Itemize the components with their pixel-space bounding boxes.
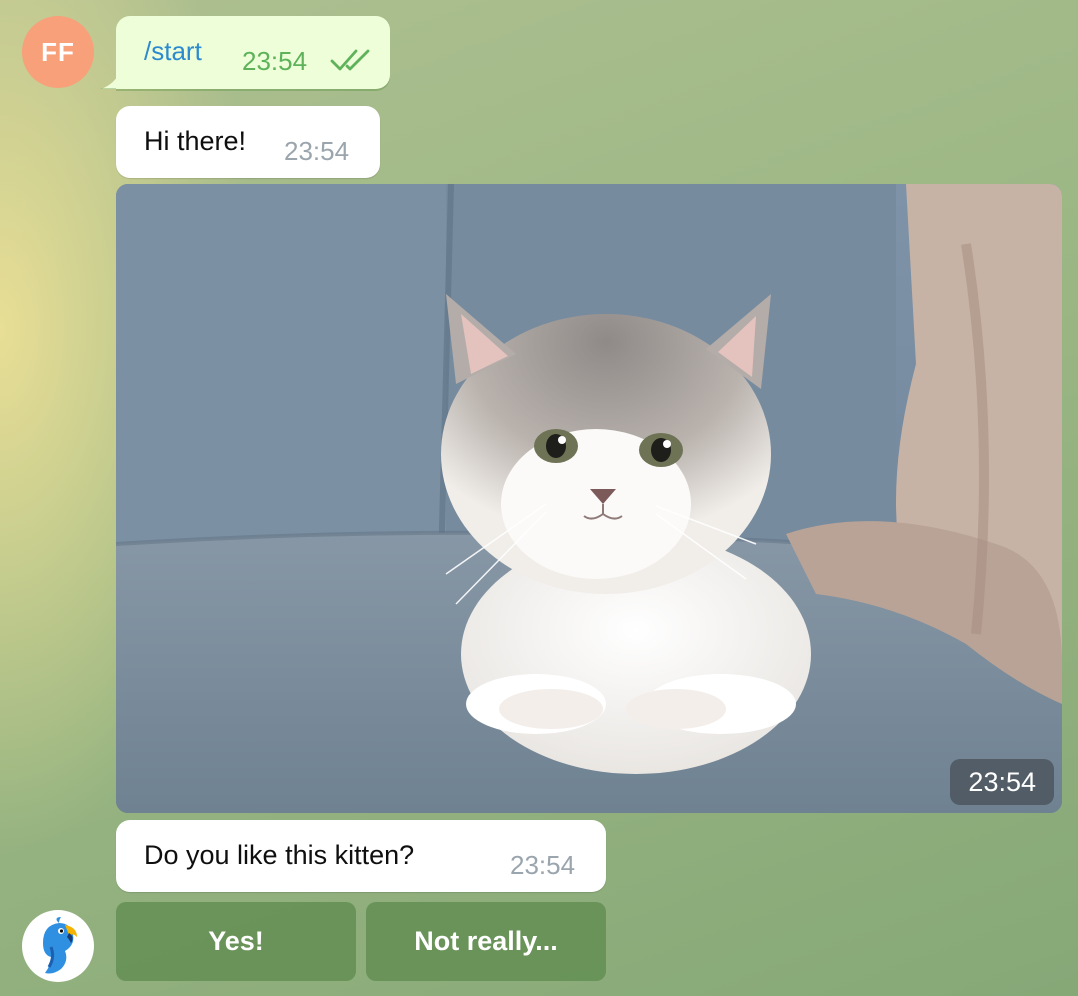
incoming-message-bubble[interactable]: Do you like this kitten? 23:54 <box>116 820 606 892</box>
outgoing-message-bubble[interactable]: /start 23:54 <box>116 16 390 89</box>
user-avatar-initials: FF <box>41 36 75 67</box>
double-check-icon <box>330 49 370 71</box>
message-time: 23:54 <box>242 46 308 76</box>
keyboard-button-label: Not really... <box>414 926 558 956</box>
incoming-message-bubble[interactable]: Hi there! 23:54 <box>116 106 380 178</box>
keyboard-button-not-really[interactable]: Not really... <box>366 902 606 981</box>
message-text: Hi there! <box>144 126 247 156</box>
photo-time: 23:54 <box>950 759 1054 805</box>
parrot-icon <box>43 917 77 974</box>
command-link[interactable]: /start <box>144 36 202 67</box>
kitten-photo[interactable]: 23:54 <box>116 184 1062 813</box>
message-time: 23:54 <box>510 850 576 880</box>
kitten-image <box>116 184 1062 813</box>
message-time: 23:54 <box>284 136 350 166</box>
user-avatar[interactable]: FF <box>22 16 94 88</box>
keyboard-button-label: Yes! <box>208 926 264 956</box>
message-text: Do you like this kitten? <box>144 840 415 870</box>
keyboard-button-yes[interactable]: Yes! <box>116 902 356 981</box>
bot-avatar[interactable] <box>22 910 94 982</box>
